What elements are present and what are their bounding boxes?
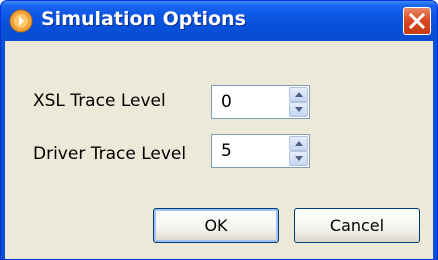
xsl-trace-level-spinner[interactable]: 0 [211,85,310,119]
driver-trace-level-spinner[interactable]: 5 [211,134,310,168]
arrow-up-icon [295,141,303,146]
arrow-up-icon [295,92,303,97]
xsl-trace-level-down-button[interactable] [289,102,308,117]
arrow-down-icon [295,156,303,161]
close-icon [409,13,425,29]
xsl-trace-level-value[interactable]: 0 [221,92,232,112]
driver-trace-level-down-button[interactable] [289,151,308,166]
window-title: Simulation Options [41,8,246,30]
xsl-trace-level-label: XSL Trace Level [33,91,166,111]
close-button[interactable] [403,7,431,35]
arrow-down-icon [295,107,303,112]
cancel-button[interactable]: Cancel [294,208,420,243]
dialog-body: XSL Trace Level 0 Driver Trace Level 5 O… [5,41,433,259]
xsl-trace-level-up-button[interactable] [289,87,308,102]
title-bar[interactable]: Simulation Options [1,1,437,41]
driver-trace-level-value[interactable]: 5 [221,141,232,161]
driver-trace-level-up-button[interactable] [289,136,308,151]
driver-trace-level-label: Driver Trace Level [33,144,187,164]
dialog-window: Simulation Options XSL Trace Level 0 Dri… [0,0,438,260]
ok-button[interactable]: OK [153,208,279,243]
app-icon [9,9,33,33]
